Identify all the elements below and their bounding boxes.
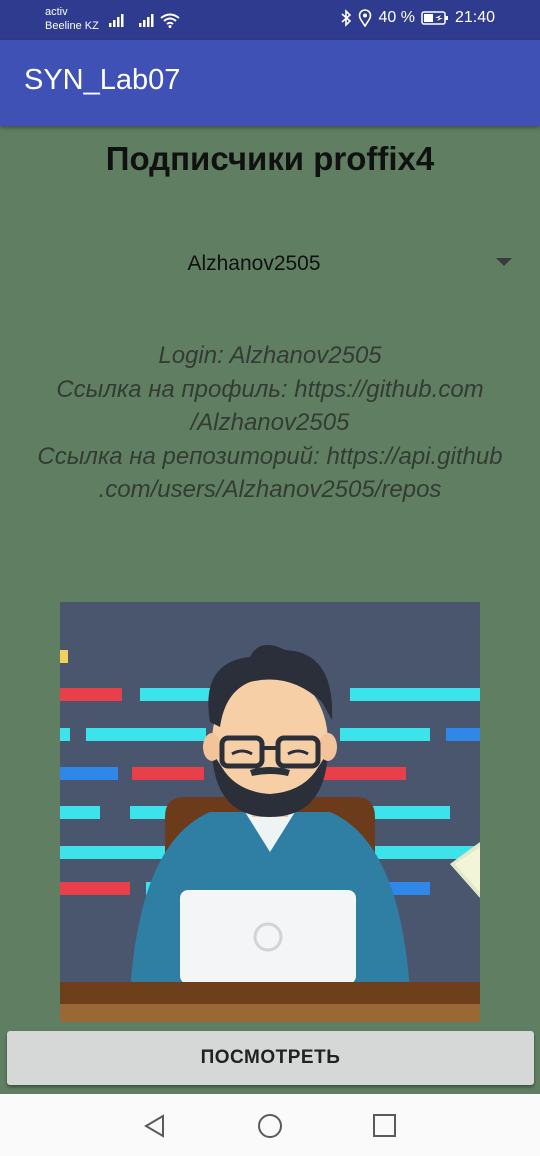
status-right-group: 40 % 21:40 bbox=[340, 9, 495, 27]
carrier-line-2: Beeline KZ bbox=[45, 20, 99, 32]
status-bar: activ Beeline KZ 40 % 21:40 bbox=[0, 0, 540, 40]
app-bar: SYN_Lab07 bbox=[0, 40, 540, 126]
user-avatar-image bbox=[60, 602, 480, 1022]
page-title: Подписчики proffix4 bbox=[105, 140, 435, 177]
navigation-bar bbox=[0, 1094, 540, 1156]
battery-percent: 40 % bbox=[378, 9, 415, 26]
signal-icon bbox=[109, 14, 124, 27]
repo-link-line-1: Ссылка на репозиторий: https://api.githu… bbox=[37, 442, 503, 470]
bluetooth-icon bbox=[341, 9, 352, 27]
signal-icon bbox=[139, 14, 154, 27]
dropdown-arrow-icon[interactable] bbox=[496, 258, 512, 266]
carrier-line-1: activ bbox=[45, 6, 68, 18]
profile-link-line-2: /Alzhanov2505 bbox=[190, 409, 350, 436]
clock: 21:40 bbox=[454, 9, 495, 26]
wifi-icon bbox=[160, 13, 180, 28]
home-icon[interactable] bbox=[256, 1112, 284, 1140]
battery-icon bbox=[421, 11, 448, 25]
app-title: SYN_Lab07 bbox=[24, 64, 181, 96]
back-icon[interactable] bbox=[141, 1112, 169, 1140]
repo-link-line-2: .com/users/Alzhanov2505/repos bbox=[98, 476, 442, 503]
login-text: Login: Alzhanov2505 bbox=[158, 342, 382, 369]
location-icon bbox=[359, 9, 372, 27]
spinner-selected-value: Alzhanov2505 bbox=[187, 252, 321, 275]
view-button[interactable]: ПОСМОТРЕТЬ bbox=[7, 1031, 534, 1085]
follower-spinner[interactable]: Alzhanov2505 bbox=[20, 240, 520, 290]
recents-icon[interactable] bbox=[371, 1112, 399, 1140]
carrier-info: activ Beeline KZ bbox=[45, 5, 99, 33]
user-info: Login: Alzhanov2505 Ссылка на профиль: h… bbox=[0, 339, 540, 507]
profile-link-line-1: Ссылка на профиль: https://github.com bbox=[56, 375, 484, 403]
